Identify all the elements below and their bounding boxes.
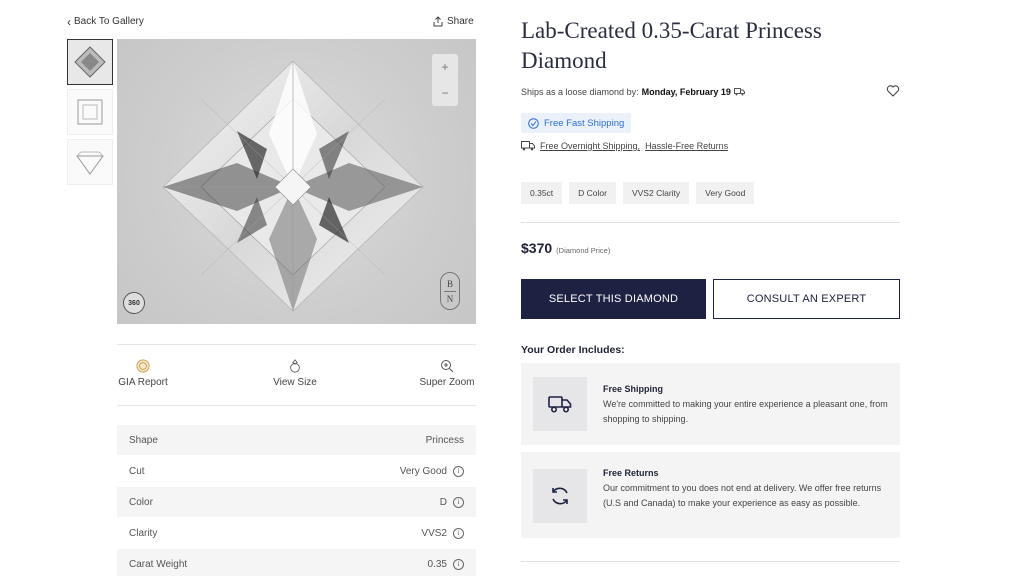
- ships-date: Monday, February 19: [641, 87, 731, 97]
- card-icon-box: [533, 377, 587, 431]
- card-text: Free Returns Our commitment to you does …: [603, 466, 888, 511]
- product-title: Lab-Created 0.35-Carat Princess Diamond: [521, 18, 822, 73]
- spec-label: Color: [129, 496, 153, 508]
- refresh-icon: [552, 487, 568, 505]
- super-zoom-label: Super Zoom: [419, 377, 475, 388]
- spec-value: Very Good: [399, 465, 447, 477]
- diagram-top-image: [77, 99, 103, 125]
- select-diamond-button[interactable]: SELECT THIS DIAMOND: [521, 279, 706, 319]
- share-label: Share: [447, 16, 474, 27]
- zoom-controls: + −: [432, 54, 458, 106]
- price-value: $370: [521, 240, 553, 256]
- chip-color: D Color: [569, 182, 616, 204]
- spec-value: VVS2: [421, 527, 447, 539]
- zoom-out-button[interactable]: −: [441, 86, 448, 100]
- price-note: (Diamond Price): [556, 246, 611, 255]
- gia-seal-icon: [136, 359, 150, 373]
- delivery-truck-icon: [521, 141, 535, 151]
- overnight-returns-row: Free Overnight Shipping, Hassle-Free Ret…: [521, 141, 728, 151]
- spec-label: Cut: [129, 465, 145, 477]
- ships-prefix: Ships as a loose diamond by:: [521, 87, 639, 97]
- thumbnail-diamond-diagram-top[interactable]: [67, 89, 113, 135]
- card-title: Free Returns: [603, 468, 659, 478]
- thumbnail-strip: [67, 39, 113, 189]
- hassle-free-returns-link[interactable]: Hassle-Free Returns: [645, 141, 728, 151]
- spec-value: 0.35: [427, 558, 447, 570]
- share-icon: [433, 16, 443, 27]
- truck-icon: [548, 396, 572, 413]
- spec-row-cut: Cut Very Good i: [117, 456, 476, 486]
- diamond-thumbnail-image: [74, 46, 106, 78]
- free-overnight-shipping-link[interactable]: Free Overnight Shipping,: [540, 141, 640, 151]
- share-button[interactable]: Share: [433, 16, 474, 27]
- thumbnail-diamond-top[interactable]: [67, 39, 113, 85]
- ring-icon: [290, 359, 300, 373]
- divider: [521, 561, 900, 562]
- gia-report-button[interactable]: GIA Report: [117, 359, 169, 388]
- chip-clarity: VVS2 Clarity: [622, 182, 690, 204]
- heart-icon[interactable]: [886, 84, 900, 98]
- chip-carat: 0.35ct: [521, 182, 563, 204]
- spec-row-carat-weight: Carat Weight 0.35 i: [117, 549, 476, 576]
- view-size-button[interactable]: View Size: [267, 359, 323, 388]
- free-fast-shipping-label: Free Fast Shipping: [544, 117, 625, 129]
- gia-report-label: GIA Report: [118, 377, 168, 388]
- back-to-gallery-link[interactable]: ‹ Back To Gallery: [67, 14, 144, 29]
- spec-row-shape: Shape Princess: [117, 425, 476, 455]
- back-link-label: Back To Gallery: [74, 16, 144, 27]
- spec-value: Princess: [425, 434, 464, 446]
- ships-by-text: Ships as a loose diamond by: Monday, Feb…: [521, 87, 745, 97]
- card-description: Our commitment to you does not end at de…: [603, 483, 882, 508]
- info-icon[interactable]: i: [453, 558, 464, 570]
- super-zoom-button[interactable]: Super Zoom: [416, 359, 478, 388]
- free-shipping-card: Free Shipping We're committed to making …: [521, 363, 900, 445]
- spec-label: Clarity: [129, 527, 158, 539]
- brand-logo: B N: [440, 272, 460, 310]
- order-includes-heading: Your Order Includes:: [521, 344, 625, 356]
- thumbnail-diamond-diagram-side[interactable]: [67, 139, 113, 185]
- diamond-viewer[interactable]: + − 360 B N: [117, 39, 476, 324]
- card-text: Free Shipping We're committed to making …: [603, 382, 888, 427]
- spec-label: Carat Weight: [129, 558, 188, 570]
- info-icon[interactable]: i: [453, 527, 464, 539]
- fast-shipping-icon: [528, 117, 539, 129]
- zoom-in-button[interactable]: +: [441, 60, 448, 74]
- diamond-image: [162, 60, 424, 312]
- info-icon[interactable]: i: [453, 496, 464, 508]
- truck-icon: [733, 88, 745, 96]
- brand-logo-b: B: [446, 278, 453, 289]
- 360-view-button[interactable]: 360: [123, 292, 145, 314]
- free-returns-card: Free Returns Our commitment to you does …: [521, 452, 900, 538]
- chevron-left-icon: ‹: [67, 14, 71, 29]
- spec-label: Shape: [129, 434, 158, 446]
- specs-table: Shape Princess Cut Very Good i Color Di C…: [117, 425, 476, 576]
- info-icon[interactable]: i: [453, 465, 464, 477]
- zoom-in-icon: [441, 360, 454, 373]
- card-icon-box: [533, 469, 587, 523]
- brand-logo-n: N: [446, 293, 454, 304]
- card-title: Free Shipping: [603, 384, 664, 394]
- card-description: We're committed to making your entire ex…: [603, 399, 888, 424]
- chip-cut: Very Good: [696, 182, 755, 204]
- spec-row-clarity: Clarity VVS2 i: [117, 518, 476, 548]
- spec-row-color: Color Di: [117, 487, 476, 517]
- spec-value: D: [439, 496, 447, 508]
- view-size-label: View Size: [273, 377, 317, 388]
- consult-expert-button[interactable]: CONSULT AN EXPERT: [713, 279, 900, 319]
- attribute-chips: 0.35ct D Color VVS2 Clarity Very Good: [521, 182, 755, 204]
- diagram-side-image: [76, 151, 104, 175]
- price: $370 (Diamond Price): [521, 240, 610, 256]
- divider: [521, 222, 900, 223]
- free-fast-shipping-badge: Free Fast Shipping: [521, 113, 632, 133]
- viewer-tools: GIA Report View Size Super Zoom: [117, 344, 476, 406]
